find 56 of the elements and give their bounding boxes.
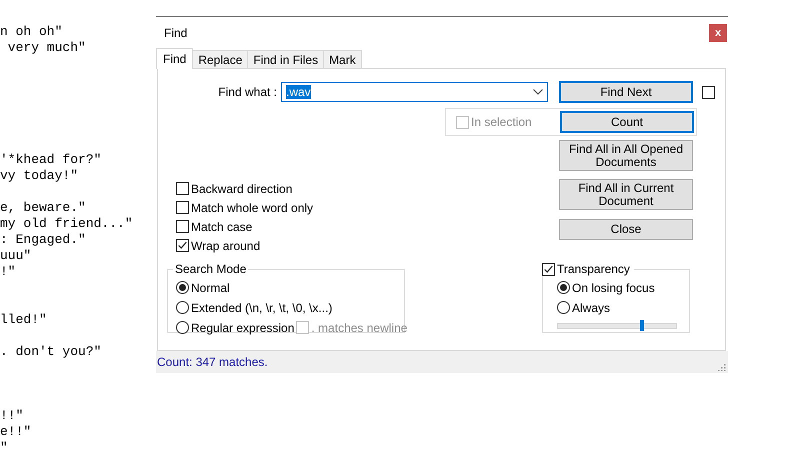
option-label: In selection xyxy=(471,115,532,129)
option-label: Extended (\n, \r, \t, \0, \x...) xyxy=(191,300,332,314)
option-label: Regular expression xyxy=(191,320,294,334)
radio-button[interactable] xyxy=(176,321,189,334)
radio-button[interactable] xyxy=(176,301,189,314)
option-label: Always xyxy=(572,300,610,314)
option-label: Match case xyxy=(191,220,252,234)
option-label: Backward direction xyxy=(191,182,292,196)
tab[interactable]: Find xyxy=(156,48,194,69)
tab[interactable]: Replace xyxy=(192,50,248,68)
checkbox[interactable] xyxy=(176,182,189,195)
checkbox[interactable] xyxy=(176,201,189,214)
code-line: my old friend..." xyxy=(0,216,133,231)
option-label: Normal xyxy=(191,280,230,294)
dialog-button[interactable]: Find All in All Opened Documents xyxy=(559,140,693,171)
tab[interactable]: Mark xyxy=(323,50,362,68)
code-line: very much" xyxy=(6,40,86,55)
resize-grip-icon[interactable] xyxy=(718,363,726,371)
dropdown-chevron-icon[interactable] xyxy=(533,89,543,95)
option-label: Match whole word only xyxy=(191,200,314,214)
option-label: Wrap around xyxy=(191,238,260,252)
checkbox[interactable] xyxy=(176,220,189,233)
dialog-title: Find xyxy=(164,26,188,40)
close-window-button[interactable]: x xyxy=(709,24,727,42)
checkbox[interactable] xyxy=(176,239,189,252)
code-line: !" xyxy=(0,264,16,279)
find-what-field[interactable]: .wav xyxy=(281,82,548,102)
code-line: " xyxy=(0,440,8,454)
code-line: n oh oh" xyxy=(0,24,62,39)
option-label: . matches newline xyxy=(311,320,408,334)
radio-button[interactable] xyxy=(176,281,189,294)
field-value: .wav xyxy=(286,85,311,99)
status-text: Count: 347 matches. xyxy=(157,355,268,369)
code-line: . don't you?" xyxy=(0,344,102,359)
code-line: : Engaged." xyxy=(0,232,86,247)
radio-button[interactable] xyxy=(557,301,570,314)
code-line: e, beware." xyxy=(0,200,86,215)
code-line: vy today!" xyxy=(0,168,78,183)
code-line: '*khead for?" xyxy=(0,152,102,167)
dialog-button[interactable]: Find All in Current Document xyxy=(559,179,693,210)
checkbox[interactable] xyxy=(542,262,555,276)
checkbox[interactable] xyxy=(702,86,715,98)
code-line: !!" xyxy=(0,408,24,423)
slider-thumb[interactable] xyxy=(640,320,644,331)
group-title: Search Mode xyxy=(173,262,248,276)
code-line: uuu" xyxy=(0,248,32,263)
option-label: Transparency xyxy=(557,262,630,276)
code-line: lled!" xyxy=(0,312,47,327)
option-label: On losing focus xyxy=(572,280,655,294)
code-line: e!!" xyxy=(0,424,32,439)
dialog-button[interactable]: Count xyxy=(560,111,694,133)
radio-button[interactable] xyxy=(557,281,570,294)
dialog-button[interactable]: Close xyxy=(559,219,693,240)
find-what-label: Find what : xyxy=(218,85,277,99)
dialog-button[interactable]: Find Next xyxy=(559,81,693,103)
tab[interactable]: Find in Files xyxy=(247,50,324,68)
